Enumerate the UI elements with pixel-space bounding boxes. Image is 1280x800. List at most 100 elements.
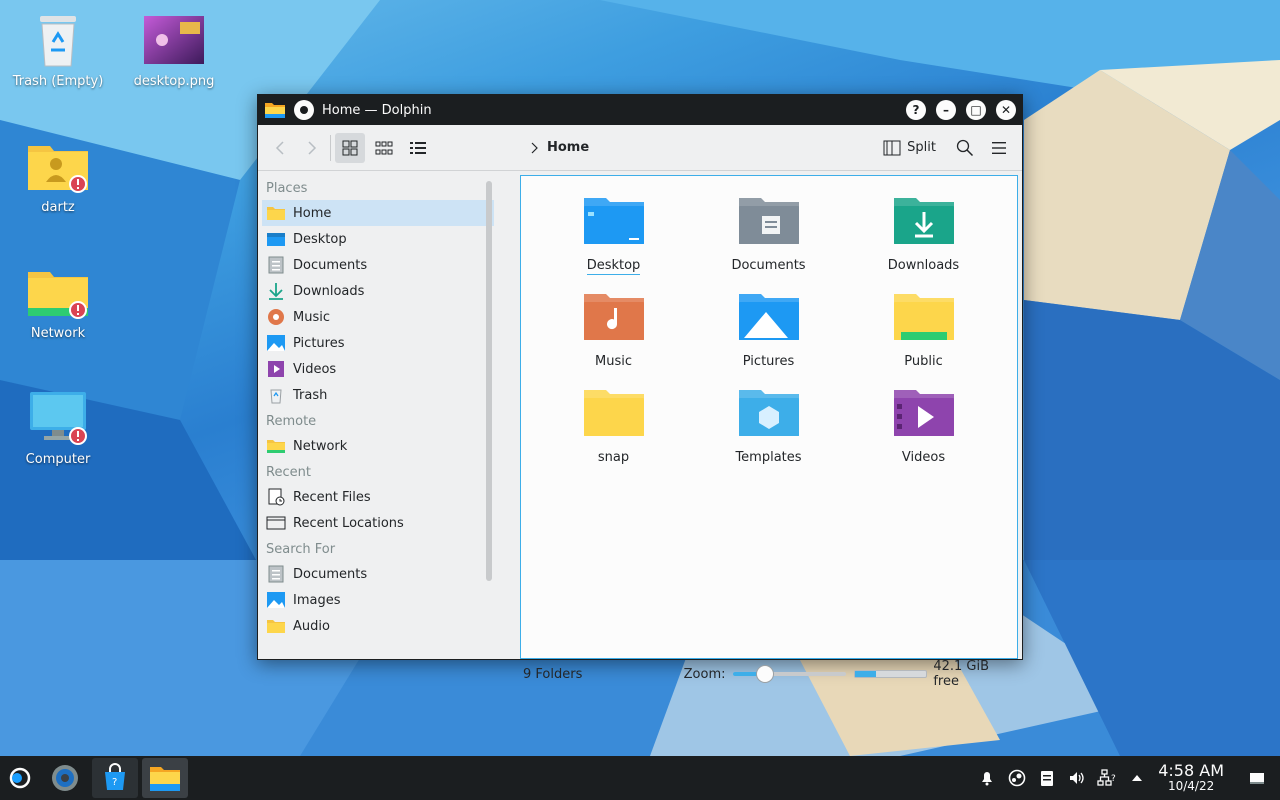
help-button[interactable]: ?	[906, 100, 926, 120]
sidebar-item-videos[interactable]: Videos	[262, 356, 494, 382]
desktop-icon-network[interactable]: Network	[10, 264, 106, 341]
tray-expand-arrow-icon[interactable]	[1122, 763, 1152, 793]
icons-view-icon	[342, 140, 358, 155]
sidebar-item-desktop[interactable]: Desktop	[262, 226, 494, 252]
sidebar-item-music[interactable]: Music	[262, 304, 494, 330]
forward-button[interactable]	[296, 133, 326, 163]
computer-icon	[26, 390, 90, 446]
split-icon	[883, 140, 901, 155]
file-item-desktop[interactable]: Desktop	[536, 192, 691, 288]
chevron-right-icon	[531, 142, 538, 153]
show-desktop-icon[interactable]	[1242, 763, 1272, 793]
sidebar-section-title: Search For	[266, 542, 336, 557]
sidebar-section-title: Places	[266, 181, 308, 196]
sidebar-item-label: Documents	[293, 566, 368, 582]
file-item-label: Pictures	[742, 354, 795, 369]
sidebar-item-label: Home	[293, 205, 332, 221]
file-item-downloads[interactable]: Downloads	[846, 192, 1001, 288]
images-icon	[267, 592, 285, 608]
dolphin-task[interactable]	[142, 758, 188, 798]
home-folder-icon	[267, 207, 285, 220]
zoom-slider-handle[interactable]	[755, 665, 774, 683]
minimize-button[interactable]: –	[936, 100, 956, 120]
file-item-public[interactable]: Public	[846, 288, 1001, 384]
svg-text:?: ?	[112, 777, 117, 788]
search-button[interactable]	[950, 133, 980, 163]
recent-locations-icon	[266, 516, 286, 530]
close-button[interactable]: ✕	[996, 100, 1016, 120]
maximize-button[interactable]: □	[966, 100, 986, 120]
sidebar-item-home[interactable]: Home	[262, 200, 494, 226]
file-item-documents[interactable]: Documents	[691, 192, 846, 288]
sidebar-item-label: Recent Locations	[293, 515, 404, 531]
desktop-icon-trash[interactable]: Trash (Empty)	[10, 12, 106, 89]
app-launcher-button[interactable]	[2, 758, 38, 798]
sidebar-item-label: Videos	[293, 361, 337, 377]
desktop-icon-image[interactable]: desktop.png	[126, 12, 222, 89]
back-button[interactable]	[266, 133, 296, 163]
chevron-right-icon	[308, 140, 317, 155]
title-bar[interactable]: Home — Dolphin ? – □ ✕	[258, 95, 1022, 125]
network-status-icon[interactable]: ?	[1092, 763, 1122, 793]
sidebar-item-label: Downloads	[293, 283, 365, 299]
sidebar-item-label: Audio	[293, 618, 330, 634]
status-bar: 9 Folders Zoom: 42.1 GiB free	[258, 659, 1022, 689]
sidebar-item-label: Recent Files	[293, 489, 371, 505]
split-button[interactable]: Split	[883, 140, 936, 156]
sidebar-item-documents[interactable]: Documents	[262, 252, 494, 278]
file-item-pictures[interactable]: Pictures	[691, 288, 846, 384]
sidebar-item-downloads[interactable]: Downloads	[262, 278, 494, 304]
search-icon	[956, 139, 974, 156]
clock[interactable]: 4:58 AM 10/4/22	[1158, 762, 1224, 792]
file-item-music[interactable]: Music	[536, 288, 691, 384]
sidebar-item-documents[interactable]: Documents	[262, 561, 494, 587]
file-item-label: Public	[904, 354, 943, 369]
file-item-templates[interactable]: Templates	[691, 384, 846, 480]
file-item-snap[interactable]: snap	[536, 384, 691, 480]
steam-tray-icon[interactable]	[1002, 763, 1032, 793]
file-item-label: Videos	[901, 450, 946, 465]
sidebar-item-label: Music	[293, 309, 330, 325]
store-bag-icon: ?	[105, 763, 125, 790]
sidebar-item-recent-files[interactable]: Recent Files	[262, 484, 494, 510]
sidebar-item-trash[interactable]: Trash	[262, 382, 494, 408]
notifications-bell-icon[interactable]	[972, 763, 1002, 793]
details-view-button[interactable]	[403, 133, 433, 163]
sidebar-item-recent-locations[interactable]: Recent Locations	[262, 510, 494, 536]
file-item-label: Documents	[731, 258, 806, 273]
desktop-icon-computer[interactable]: Computer	[10, 390, 106, 467]
breadcrumb-home[interactable]: Home	[547, 140, 589, 155]
clipboard-icon[interactable]	[1032, 763, 1062, 793]
breadcrumb[interactable]: Home	[529, 140, 589, 155]
desktop-folder-icon	[583, 198, 644, 244]
file-view[interactable]: Desktop Documents Downloads Music Pictures Pu…	[520, 175, 1018, 659]
icons-view-button[interactable]	[335, 132, 365, 163]
network-folder-icon	[26, 264, 90, 320]
main-area: Places Home Desktop Documents Downloads Music…	[258, 171, 1022, 659]
toolbar-separator	[330, 134, 331, 161]
desktop-icon-dartz[interactable]: dartz	[10, 138, 106, 215]
file-item-videos[interactable]: Videos	[846, 384, 1001, 480]
zoom-slider[interactable]	[733, 665, 846, 683]
discover-task[interactable]: ?	[92, 758, 138, 798]
desktop-folder-icon	[267, 233, 285, 246]
sidebar-item-network[interactable]: Network	[262, 433, 494, 459]
sidebar-section-title: Recent	[266, 465, 311, 480]
sidebar-scrollbar[interactable]	[486, 181, 492, 581]
sidebar-item-pictures[interactable]: Pictures	[262, 330, 494, 356]
sidebar-item-audio[interactable]: Audio	[262, 613, 494, 639]
disk-space-bar	[853, 670, 928, 678]
keep-above-button[interactable]	[294, 100, 314, 120]
system-settings-task[interactable]	[42, 758, 88, 798]
sidebar-item-images[interactable]: Images	[262, 587, 494, 613]
sidebar-item-label: Desktop	[293, 231, 347, 247]
sidebar-item-label: Images	[293, 592, 341, 608]
compact-view-button[interactable]	[369, 133, 399, 163]
window-title: Home — Dolphin	[322, 102, 432, 118]
gear-icon	[52, 765, 78, 791]
volume-icon[interactable]	[1062, 763, 1092, 793]
dolphin-app-icon[interactable]	[264, 101, 286, 119]
documents-icon	[268, 256, 284, 274]
menu-button[interactable]	[984, 133, 1014, 163]
file-item-label: Music	[595, 354, 632, 369]
